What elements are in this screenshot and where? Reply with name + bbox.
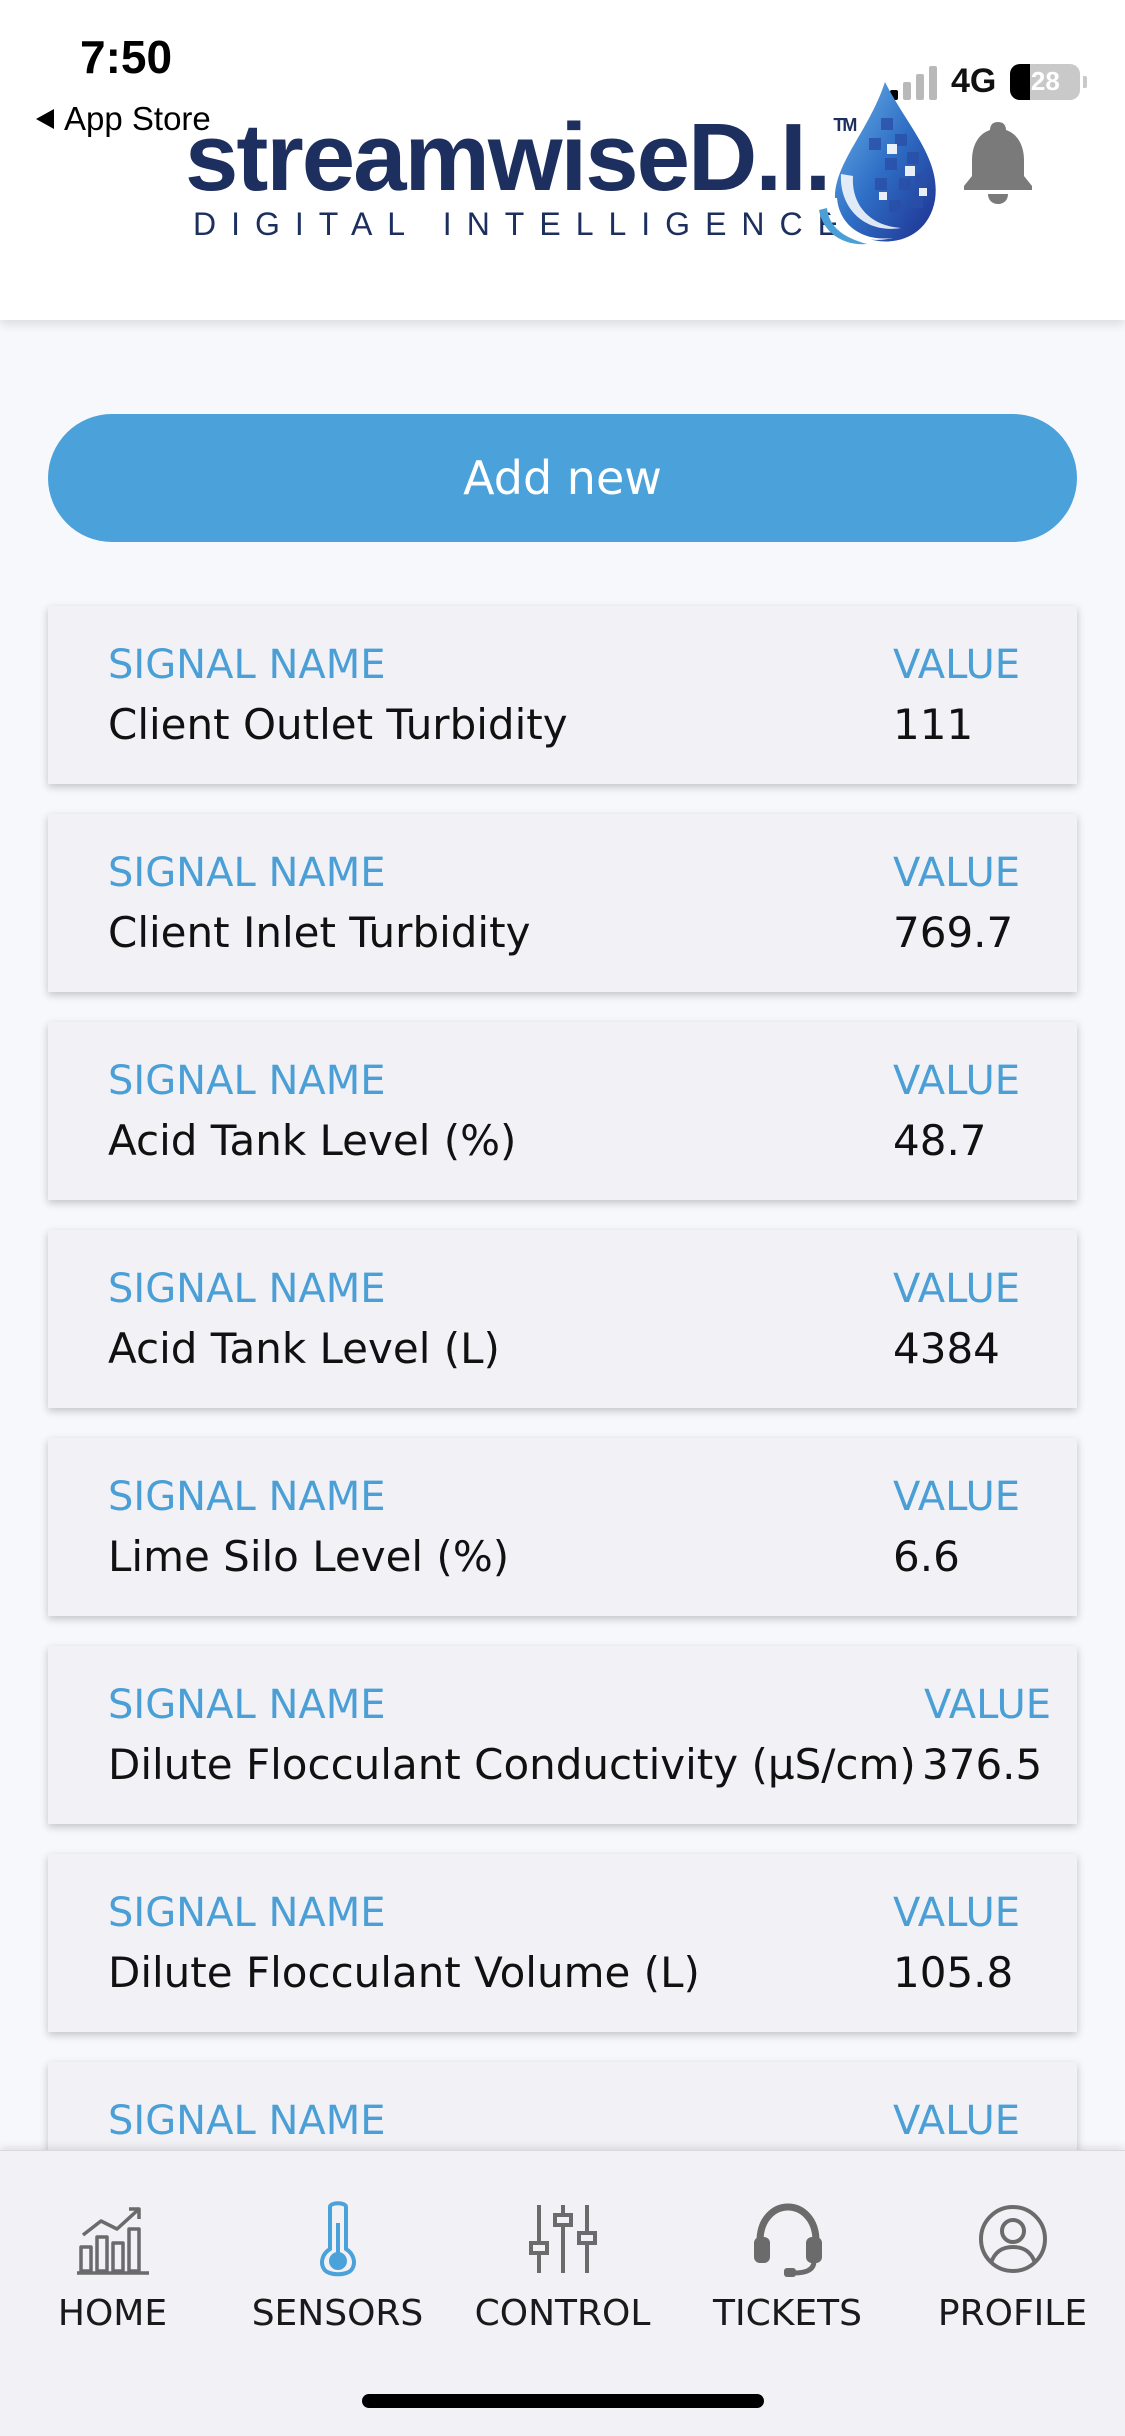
user-icon <box>978 2205 1047 2273</box>
signal-value: 48.7 <box>893 1116 987 1165</box>
tab-profile[interactable]: PROFILE <box>900 2199 1125 2349</box>
notifications-bell-icon[interactable] <box>960 118 1036 204</box>
tab-sensors[interactable]: SENSORS <box>225 2199 450 2349</box>
signal-name: Acid Tank Level (%) <box>108 1116 517 1165</box>
streamwise-logo: streamwiseD.I. TM DIGITAL INTELLIGENCE <box>185 78 955 258</box>
signal-name-label: SIGNAL NAME <box>108 1890 386 1936</box>
signal-name: Client Outlet Turbidity <box>108 700 568 749</box>
tab-home-label: HOME <box>57 2293 168 2334</box>
tab-home[interactable]: HOME <box>0 2199 225 2349</box>
signal-value: 4384 <box>893 1324 1000 1373</box>
status-time: 7:50 <box>80 31 173 83</box>
headset-icon <box>753 2203 822 2277</box>
signal-name-label: SIGNAL NAME <box>108 1058 386 1104</box>
signal-value: 376.5 <box>922 1740 1043 1789</box>
battery-icon: 28 <box>1010 63 1088 100</box>
app-header: 7:50 App Store 4G 28 streamwiseD.I. TM DI… <box>0 0 1125 320</box>
logo-word-text: streamwiseD.I. <box>185 104 831 211</box>
network-type: 4G <box>951 62 997 100</box>
battery-level: 28 <box>1030 66 1060 96</box>
tab-control[interactable]: CONTROL <box>450 2199 675 2349</box>
thermometer-icon <box>319 2201 356 2277</box>
signal-card[interactable]: SIGNAL NAME VALUE Acid Tank Level (L) 43… <box>48 1230 1077 1408</box>
water-drop-logo-icon <box>819 82 936 245</box>
tab-control-label: CONTROL <box>474 2293 651 2334</box>
signal-card[interactable]: SIGNAL NAME VALUE Client Outlet Turbidit… <box>48 606 1077 784</box>
signal-name-label: SIGNAL NAME <box>108 642 386 688</box>
add-new-button[interactable]: Add new <box>48 414 1077 542</box>
signal-value-label: VALUE <box>924 1682 1052 1728</box>
signal-name: Acid Tank Level (L) <box>108 1324 500 1373</box>
signal-card[interactable]: SIGNAL NAME VALUE Client Inlet Turbidity… <box>48 814 1077 992</box>
signal-card[interactable]: SIGNAL NAME VALUE Lime Silo Level (%) 6.… <box>48 1438 1077 1616</box>
tab-sensors-label: SENSORS <box>251 2293 424 2334</box>
signal-card[interactable]: SIGNAL NAME VALUE Acid Tank Level (%) 48… <box>48 1022 1077 1200</box>
signal-name: Dilute Flocculant Conductivity (µS/cm) <box>108 1740 916 1789</box>
tab-tickets[interactable]: TICKETS <box>675 2199 900 2349</box>
signal-value-label: VALUE <box>893 1890 1021 1936</box>
signal-value-label: VALUE <box>893 1474 1021 1520</box>
home-indicator <box>362 2394 764 2408</box>
signal-value: 105.8 <box>893 1948 1014 1997</box>
signal-card[interactable]: SIGNAL NAME VALUE Dilute Flocculant Volu… <box>48 1854 1077 2032</box>
signal-name-label: SIGNAL NAME <box>108 1474 386 1520</box>
signal-name-label: SIGNAL NAME <box>108 2098 386 2144</box>
sliders-icon <box>528 2205 597 2273</box>
signal-name: Dilute Flocculant Volume (L) <box>108 1948 700 1997</box>
signal-card[interactable]: SIGNAL NAME VALUE Dilute Flocculant Cond… <box>48 1646 1077 1824</box>
signal-value-label: VALUE <box>893 850 1021 896</box>
signal-value: 769.7 <box>893 908 1014 957</box>
signal-name-label: SIGNAL NAME <box>108 1682 386 1728</box>
signal-name-label: SIGNAL NAME <box>108 1266 386 1312</box>
signal-name: Client Inlet Turbidity <box>108 908 531 957</box>
signal-name: Lime Silo Level (%) <box>108 1532 510 1581</box>
tab-tickets-label: TICKETS <box>713 2293 862 2334</box>
tab-profile-label: PROFILE <box>937 2293 1088 2334</box>
signal-value: 111 <box>893 700 974 749</box>
signal-value-label: VALUE <box>893 1058 1021 1104</box>
logo-wordmark: streamwiseD.I. TM <box>185 110 857 206</box>
signal-list: SIGNAL NAME VALUE Client Outlet Turbidit… <box>48 606 1077 2270</box>
back-triangle-icon <box>36 109 54 129</box>
signal-value-label: VALUE <box>893 642 1021 688</box>
signal-value: 6.6 <box>893 1532 960 1581</box>
logo-tagline: DIGITAL INTELLIGENCE <box>193 206 854 242</box>
signal-value-label: VALUE <box>893 1266 1021 1312</box>
chart-icon <box>76 2207 149 2275</box>
signal-value-label: VALUE <box>893 2098 1021 2144</box>
signal-name-label: SIGNAL NAME <box>108 850 386 896</box>
